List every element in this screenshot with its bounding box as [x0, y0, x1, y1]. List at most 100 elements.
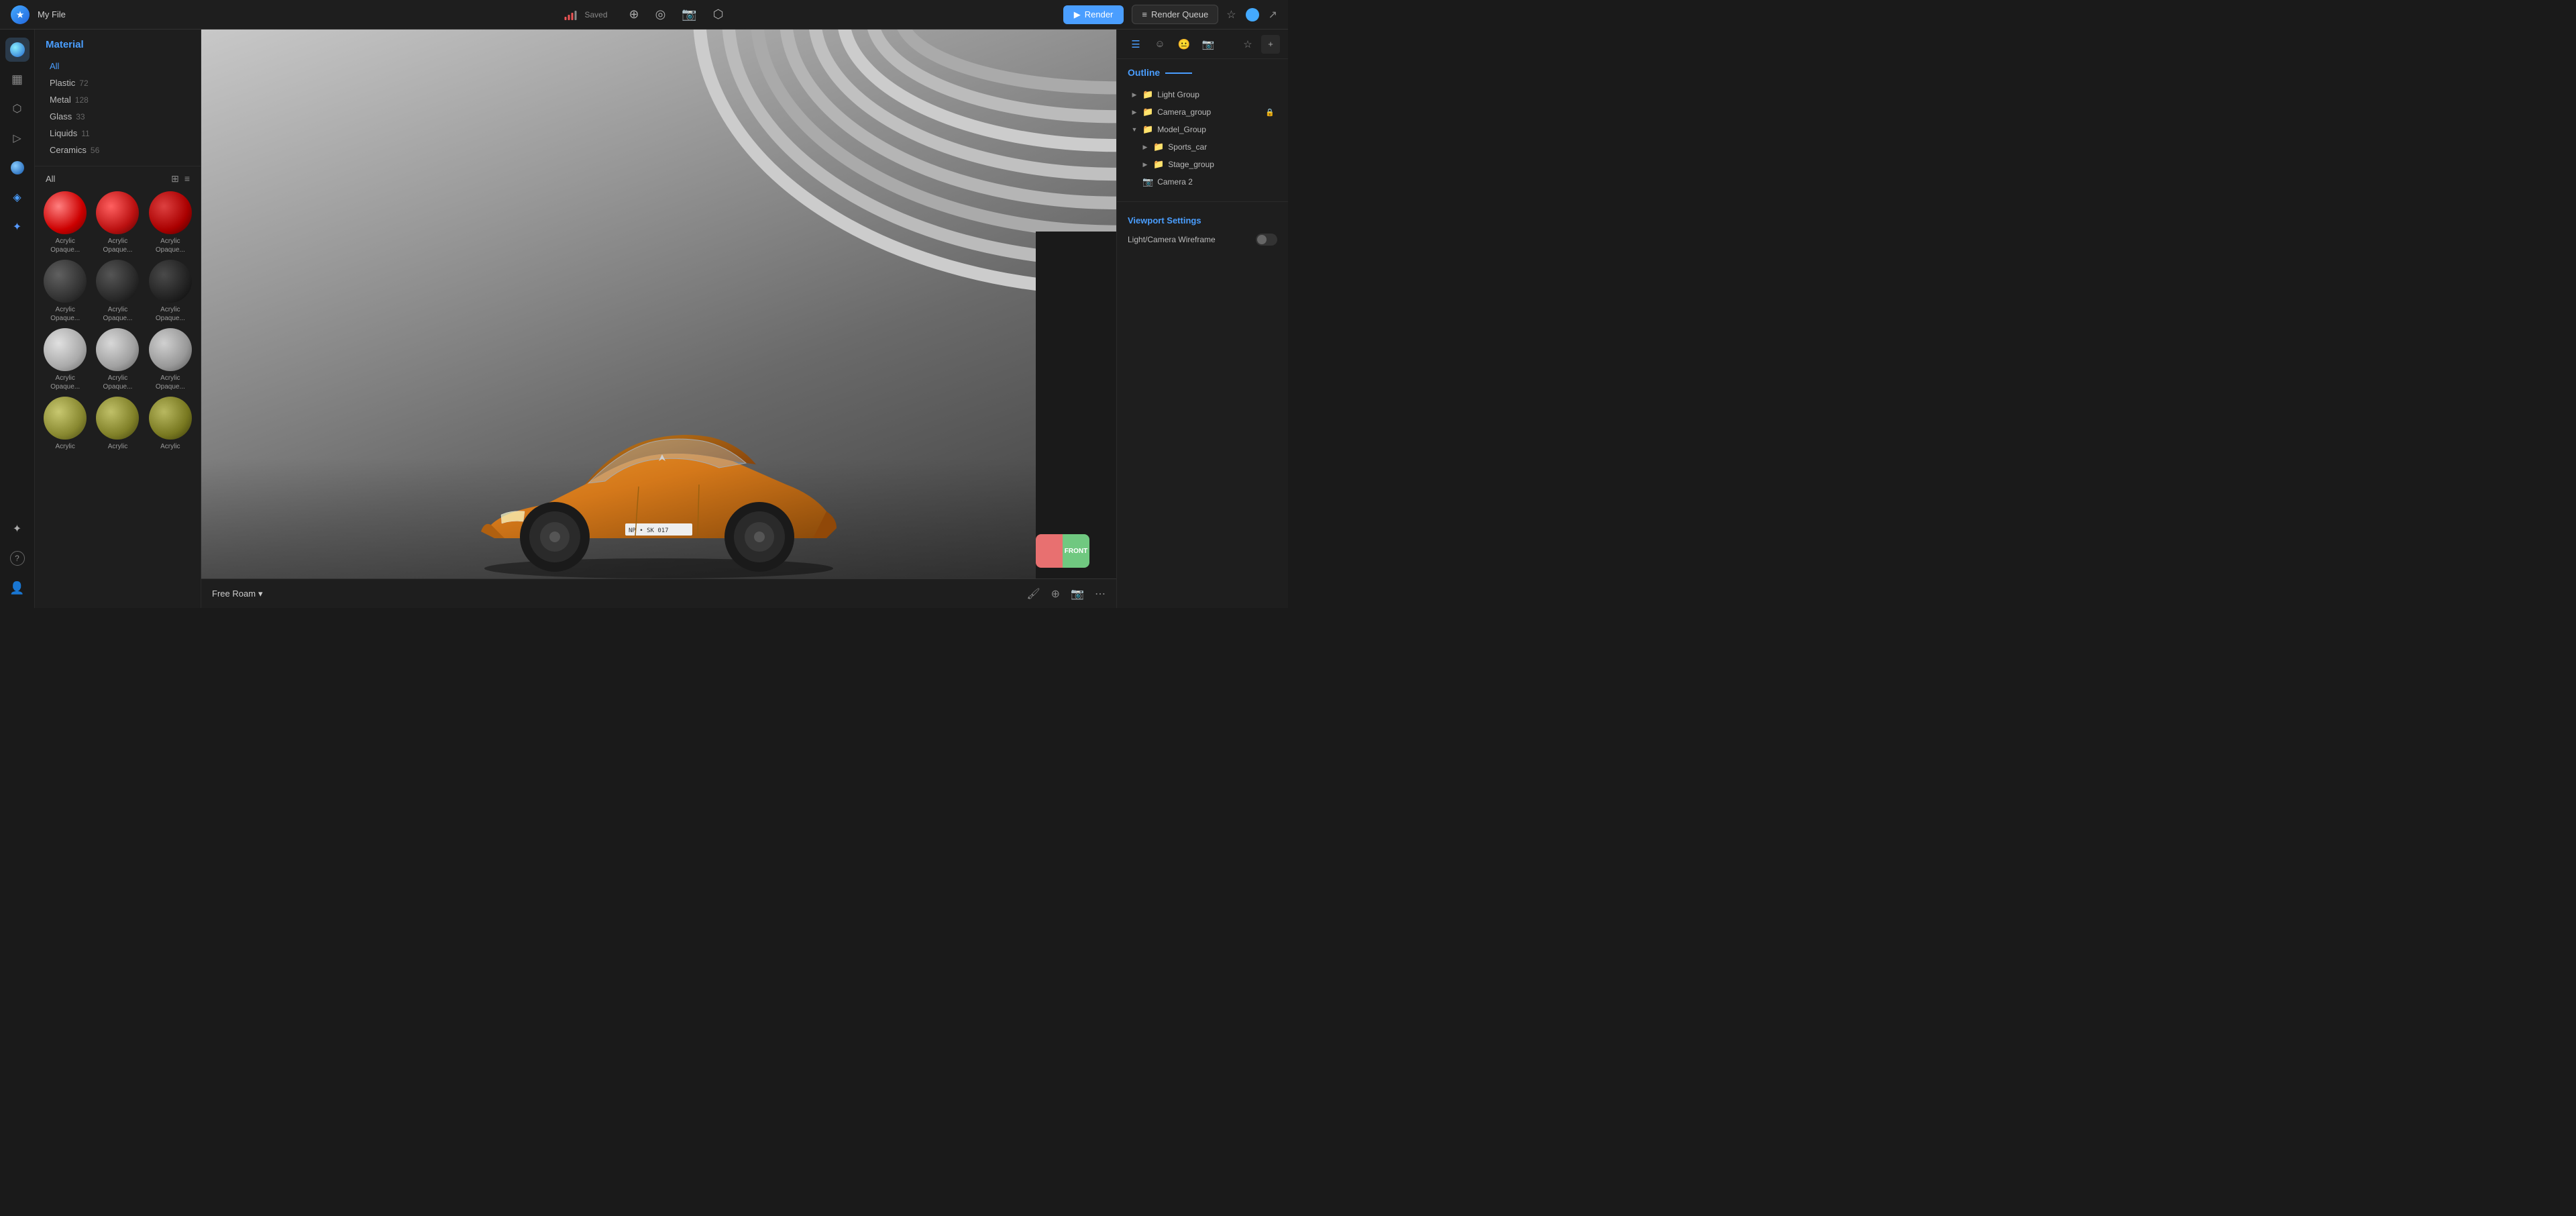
grid-view-icon[interactable]: ⊞	[171, 173, 179, 185]
outline-item-sports-car[interactable]: ▶ 📁 Sports_car	[1128, 138, 1277, 156]
viewport[interactable]: NP • SK 017 FRONT Free Roam ▾ 🖌 ⊕	[201, 30, 1116, 608]
sidebar-item-environment[interactable]	[5, 156, 30, 180]
logo[interactable]: ★	[11, 5, 30, 24]
category-liquids[interactable]: Liquids 11	[46, 125, 190, 141]
sidebar-item-help[interactable]: ?	[5, 546, 30, 570]
outline-label: Light Group	[1157, 90, 1199, 99]
category-glass[interactable]: Glass 33	[46, 109, 190, 124]
sidebar-item-material[interactable]	[5, 38, 30, 62]
folder-icon: 📁	[1142, 124, 1153, 135]
material-sphere	[44, 260, 87, 303]
sidebar-item-objects[interactable]: ⬡	[5, 97, 30, 121]
material-item[interactable]: Acrylic Opaque...	[42, 328, 89, 391]
category-metal-count: 128	[75, 95, 89, 105]
help-sidebar-icon: ?	[10, 551, 25, 566]
sidebar-item-effects[interactable]: ◈	[5, 185, 30, 209]
tab-camera[interactable]: 📷	[1197, 34, 1219, 55]
material-sphere	[96, 397, 139, 440]
face-tab-icon: ☺	[1155, 38, 1165, 50]
tab-emoji[interactable]: 😐	[1173, 34, 1195, 55]
tab-face[interactable]: ☺	[1149, 34, 1171, 55]
material-item[interactable]: Acrylic	[94, 397, 141, 451]
shapes-sidebar-icon: ▷	[13, 132, 21, 145]
folder-icon: 📁	[1153, 142, 1164, 152]
objects-icon[interactable]: ⊕	[1051, 587, 1060, 601]
tab-star[interactable]: ☆	[1237, 34, 1258, 55]
user-avatar[interactable]	[1246, 8, 1259, 21]
list-view-icon[interactable]: ≡	[184, 173, 190, 185]
category-ceramics[interactable]: Ceramics 56	[46, 142, 190, 158]
material-label: Acrylic	[160, 442, 180, 451]
outline-label: Camera_group	[1157, 107, 1211, 117]
globe-sidebar-icon	[11, 161, 24, 174]
category-liquids-label: Liquids	[50, 128, 77, 138]
sidebar-item-user[interactable]: 👤	[5, 576, 30, 600]
material-item[interactable]: Acrylic Opaque...	[147, 260, 194, 323]
material-grid: Acrylic Opaque... Acrylic Opaque... Acry…	[35, 189, 201, 608]
material-item[interactable]: Acrylic Opaque...	[94, 328, 141, 391]
transform-icon[interactable]: ⊕	[629, 7, 639, 21]
material-item[interactable]: Acrylic Opaque...	[147, 328, 194, 391]
star-icon[interactable]: ☆	[1226, 8, 1236, 21]
more-options-icon[interactable]: ⋯	[1095, 587, 1106, 601]
add-item-button[interactable]: +	[1261, 35, 1280, 54]
category-glass-label: Glass	[50, 111, 72, 121]
material-label: Acrylic Opaque...	[147, 237, 194, 254]
outline-label: Model_Group	[1157, 125, 1206, 134]
material-item[interactable]: Acrylic Opaque...	[42, 260, 89, 323]
tab-outline[interactable]: ☰	[1125, 34, 1146, 55]
light-camera-wireframe-toggle[interactable]	[1256, 234, 1277, 246]
svg-text:NP • SK 017: NP • SK 017	[629, 527, 669, 534]
sidebar-item-sparkle[interactable]: ✦	[5, 517, 30, 541]
topbar-right: ▶ Render ≡ Render Queue ☆ ↗	[1063, 5, 1277, 24]
material-sphere	[96, 260, 139, 303]
share-icon[interactable]: ↗	[1269, 8, 1277, 21]
render-button[interactable]: ▶ Render	[1063, 5, 1124, 24]
material-sphere	[44, 191, 87, 234]
target-icon[interactable]: ◎	[655, 7, 666, 21]
outline-title: Outline	[1128, 67, 1277, 78]
outline-item-stage-group[interactable]: ▶ 📁 Stage_group	[1128, 156, 1277, 173]
outline-item-model-group[interactable]: ▼ 📁 Model_Group	[1128, 121, 1277, 138]
free-roam-label: Free Roam	[212, 589, 256, 599]
sidebar-item-lighting[interactable]: ✦	[5, 215, 30, 239]
list-tab-icon: ☰	[1131, 38, 1140, 50]
material-sphere	[44, 397, 87, 440]
material-item[interactable]: Acrylic Opaque...	[94, 260, 141, 323]
front-badge: FRONT	[1036, 534, 1089, 568]
material-label: Acrylic Opaque...	[94, 374, 141, 391]
star-tab-icon: ☆	[1243, 38, 1252, 50]
material-grid-header: All ⊞ ≡	[35, 166, 201, 189]
material-item[interactable]: Acrylic Opaque...	[94, 191, 141, 254]
sidebar-item-layers[interactable]: ▦	[5, 67, 30, 91]
topbar-center-tools: Saved ⊕ ◎ 📷 ⬡	[565, 7, 724, 21]
render-queue-button[interactable]: ≡ Render Queue	[1132, 5, 1218, 24]
sparkle-sidebar-icon: ✦	[13, 522, 21, 536]
outline-item-light-group[interactable]: ▶ 📁 Light Group	[1128, 86, 1277, 103]
material-item[interactable]: Acrylic Opaque...	[147, 191, 194, 254]
signal-icon[interactable]	[565, 9, 577, 20]
sidebar-item-shapes[interactable]: ▷	[5, 126, 30, 150]
outline-item-camera2[interactable]: 📷 Camera 2	[1128, 173, 1277, 191]
material-sphere	[149, 260, 192, 303]
camera-icon[interactable]: 📷	[682, 7, 696, 21]
shape-tool-icon[interactable]: ⬡	[713, 7, 724, 21]
icon-sidebar: ▦ ⬡ ▷ ◈ ✦ ✦ ? 👤	[0, 30, 35, 608]
render-label: Render	[1085, 9, 1114, 19]
viewport-toolbar: Free Roam ▾ 🖌 ⊕ 📷 ⋯	[201, 578, 1116, 608]
layers-sidebar-icon: ▦	[11, 72, 23, 87]
free-roam-button[interactable]: Free Roam ▾	[212, 589, 263, 599]
outline-item-camera-group[interactable]: ▶ 📁 Camera_group 🔒	[1128, 103, 1277, 121]
category-all[interactable]: All	[46, 58, 190, 74]
category-metal[interactable]: Metal 128	[46, 92, 190, 107]
camera-view-icon[interactable]: 📷	[1071, 587, 1084, 601]
outline-label: Stage_group	[1168, 160, 1214, 169]
camera-tab-icon: 📷	[1202, 38, 1215, 50]
material-item[interactable]: Acrylic	[147, 397, 194, 451]
light-camera-wireframe-label: Light/Camera Wireframe	[1128, 235, 1216, 244]
brush-icon[interactable]: 🖌	[1026, 587, 1040, 601]
category-plastic[interactable]: Plastic 72	[46, 75, 190, 91]
material-item[interactable]: Acrylic	[42, 397, 89, 451]
material-item[interactable]: Acrylic Opaque...	[42, 191, 89, 254]
lighting-sidebar-icon: ✦	[13, 220, 21, 234]
